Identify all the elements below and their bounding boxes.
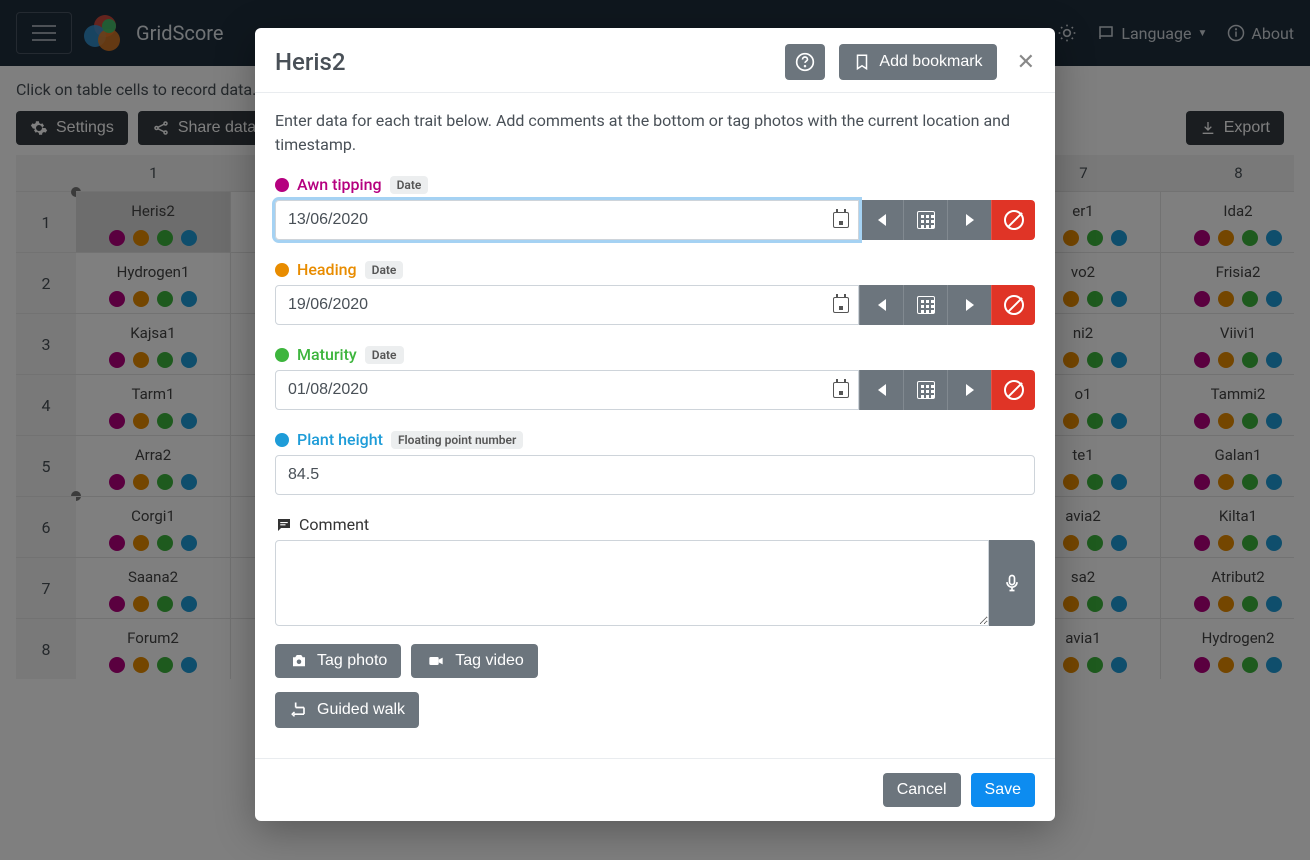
modal-title: Heris2 [275, 48, 345, 76]
trait-type: Date [390, 176, 429, 194]
cancel-button[interactable]: Cancel [883, 773, 961, 807]
mic-button[interactable] [989, 540, 1035, 626]
modal-header: Heris2 Add bookmark ✕ [255, 28, 1055, 93]
trait-dot [275, 178, 289, 192]
trait-type-height: Floating point number [391, 431, 523, 449]
next-day-button[interactable] [947, 200, 991, 240]
prev-day-button[interactable] [859, 370, 903, 410]
trait-type: Date [365, 346, 404, 364]
tag-video-button[interactable]: Tag video [411, 644, 538, 678]
comment-textarea[interactable] [275, 540, 989, 626]
next-day-button[interactable] [947, 370, 991, 410]
today-button[interactable] [903, 285, 947, 325]
trait-label-height: Plant height Floating point number [275, 430, 1035, 449]
calendar-icon [833, 297, 849, 313]
tag-photo-button[interactable]: Tag photo [275, 644, 401, 678]
trait-input-row-maturity [275, 370, 1035, 410]
comment-label: Comment [275, 515, 1035, 534]
trait-dot [275, 263, 289, 277]
clear-button[interactable] [991, 370, 1035, 410]
trait-name: Awn tipping [297, 175, 382, 194]
trait-input-row-awn [275, 200, 1035, 240]
clear-button[interactable] [991, 200, 1035, 240]
trait-dot-height [275, 433, 289, 447]
trait-label-maturity: Maturity Date [275, 345, 1035, 364]
today-button[interactable] [903, 370, 947, 410]
modal-description: Enter data for each trait below. Add com… [275, 109, 1035, 157]
trait-name-height: Plant height [297, 430, 383, 449]
add-bookmark-button[interactable]: Add bookmark [839, 44, 996, 80]
trait-name: Heading [297, 260, 357, 279]
calendar-icon [833, 382, 849, 398]
close-icon[interactable]: ✕ [1017, 50, 1035, 75]
trait-label-awn: Awn tipping Date [275, 175, 1035, 194]
trait-type: Date [365, 261, 404, 279]
guided-walk-button[interactable]: Guided walk [275, 692, 419, 728]
trait-name: Maturity [297, 345, 357, 364]
today-button[interactable] [903, 200, 947, 240]
modal-footer: Cancel Save [255, 758, 1055, 821]
save-button[interactable]: Save [971, 773, 1035, 807]
next-day-button[interactable] [947, 285, 991, 325]
trait-input-row-heading [275, 285, 1035, 325]
comment-row [275, 540, 1035, 626]
date-input-heading[interactable] [275, 285, 859, 325]
help-button[interactable] [785, 44, 825, 80]
prev-day-button[interactable] [859, 285, 903, 325]
clear-button[interactable] [991, 285, 1035, 325]
date-input-awn[interactable] [275, 200, 859, 240]
prev-day-button[interactable] [859, 200, 903, 240]
trait-label-heading: Heading Date [275, 260, 1035, 279]
data-entry-modal: Heris2 Add bookmark ✕ Enter data for eac… [255, 28, 1055, 821]
calendar-icon [833, 212, 849, 228]
trait-dot [275, 348, 289, 362]
modal-body: Enter data for each trait below. Add com… [255, 93, 1055, 758]
date-input-maturity[interactable] [275, 370, 859, 410]
plant-height-input[interactable] [275, 455, 1035, 495]
